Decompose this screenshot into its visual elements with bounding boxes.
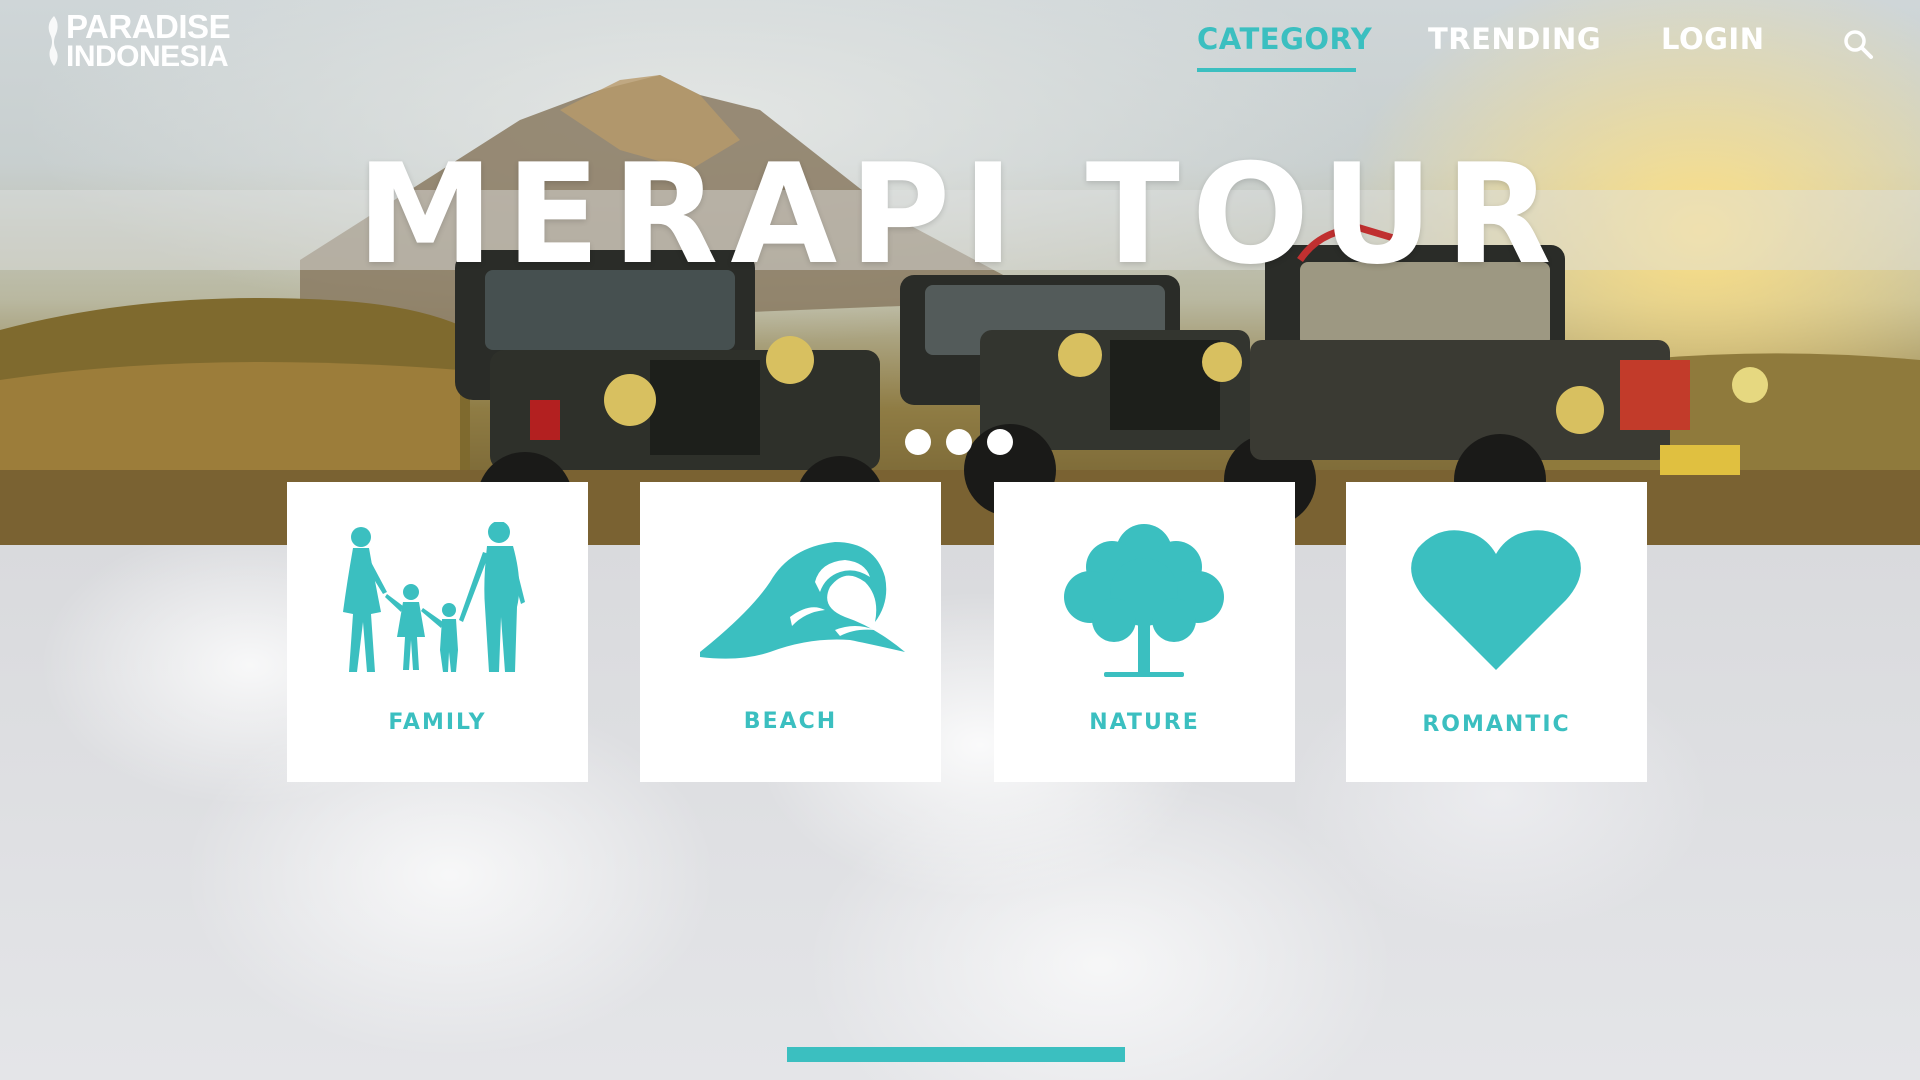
hero-title: MERAPI TOUR (356, 134, 1564, 295)
category-label-family: FAMILY (388, 710, 487, 735)
category-label-romantic: ROMANTIC (1422, 712, 1571, 737)
category-label-beach: BEACH (743, 709, 838, 734)
scroll-indicator-bar[interactable] (787, 1047, 1125, 1062)
carousel-dot-1[interactable] (905, 429, 931, 455)
carousel-dot-2[interactable] (946, 429, 972, 455)
carousel-dots (905, 429, 1013, 455)
category-card-nature[interactable]: NATURE (994, 482, 1295, 782)
nav-login[interactable]: LOGIN (1661, 22, 1764, 56)
search-icon[interactable] (1842, 28, 1874, 60)
tree-icon (1064, 524, 1224, 677)
nav-trending[interactable]: TRENDING (1428, 22, 1601, 56)
category-card-beach[interactable]: BEACH (640, 482, 941, 782)
category-card-romantic[interactable]: ROMANTIC (1346, 482, 1647, 782)
nav-category[interactable]: CATEGORY (1197, 22, 1372, 56)
category-card-family[interactable]: FAMILY (287, 482, 588, 782)
carousel-dot-3[interactable] (987, 429, 1013, 455)
wave-icon (700, 542, 905, 659)
heart-icon (1411, 530, 1581, 670)
top-nav: CATEGORY TRENDING LOGIN (0, 22, 1920, 82)
family-icon (343, 522, 525, 672)
nav-active-underline (1197, 68, 1356, 72)
category-label-nature: NATURE (1089, 710, 1200, 735)
